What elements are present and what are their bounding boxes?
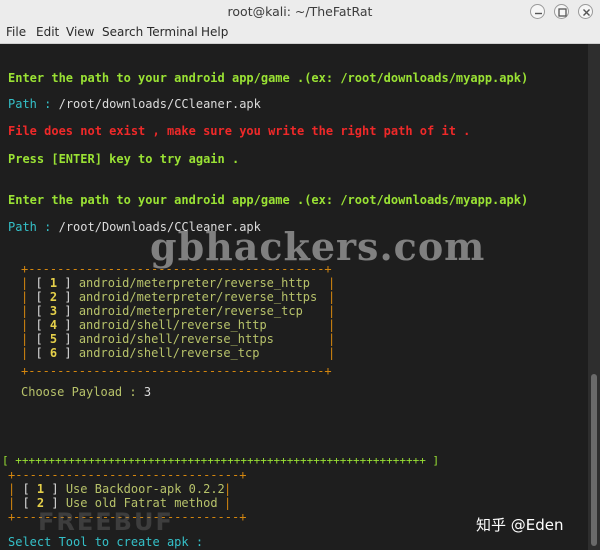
error-message: File does not exist , make sure you writ… <box>8 124 471 138</box>
separator-plus-line: [ ++++++++++++++++++++++++++++++++++++++… <box>2 454 440 467</box>
choose-payload-line: Choose Payload : 3 <box>21 385 151 399</box>
path-value-1: /root/downloads/CCleaner.apk <box>58 97 261 111</box>
menu-edit[interactable]: Edit <box>36 25 59 39</box>
choose-payload-value: 3 <box>143 385 152 399</box>
tool-menu-border-top: +-------------------------------+ <box>8 468 247 482</box>
close-button[interactable] <box>578 4 593 19</box>
menu-file[interactable]: File <box>6 25 26 39</box>
press-enter-message: Press [ENTER] key to try again . <box>8 152 240 166</box>
terminal-output[interactable]: Enter the path to your android app/game … <box>0 44 588 550</box>
payload-label: android/meterpreter/reverse_https <box>78 290 318 304</box>
minimize-icon <box>535 12 542 15</box>
path-label: Path <box>8 220 37 234</box>
payload-label: android/shell/reverse_http <box>78 318 267 332</box>
watermark-freebuf: FREEBUF <box>38 508 174 536</box>
menu-search[interactable]: Search <box>102 25 143 39</box>
path-prompt-1: Enter the path to your android app/game … <box>8 71 529 85</box>
tool-item: | [ 1 ] Use Backdoor-apk 0.2.2 <box>8 482 225 496</box>
scrollbar-thumb[interactable] <box>591 374 597 546</box>
path-line-1: Path : /root/downloads/CCleaner.apk <box>8 97 261 111</box>
payload-label: android/meterpreter/reverse_tcp <box>78 304 303 318</box>
maximize-icon <box>558 8 567 17</box>
terminal-window: root@kali: ~/TheFatRat File Edit View Se… <box>0 0 600 550</box>
tool-label: Use Backdoor-apk 0.2.2 <box>65 482 225 496</box>
payload-menu-border-right: | | | | | | <box>328 276 336 360</box>
payload-label: android/meterpreter/reverse_http <box>78 276 311 290</box>
window-title: root@kali: ~/TheFatRat <box>227 4 373 19</box>
menu-help[interactable]: Help <box>201 25 228 39</box>
path-label: Path <box>8 97 37 111</box>
payload-label: android/shell/reverse_tcp <box>78 346 260 360</box>
watermark-zhihu: 知乎 @Eden <box>476 516 564 534</box>
path-separator: : <box>36 97 59 111</box>
payload-item: | [ 3 ] android/meterpreter/reverse_tcp <box>21 304 303 318</box>
payload-item: | [ 6 ] android/shell/reverse_tcp <box>21 346 260 360</box>
path-prompt-2: Enter the path to your android app/game … <box>8 193 529 207</box>
payload-item: | [ 1 ] android/meterpreter/reverse_http <box>21 276 311 290</box>
minimize-button[interactable] <box>530 4 545 19</box>
select-tool-prompt: Select Tool to create apk : <box>8 535 211 549</box>
menu-bar: File Edit View Search Terminal Help <box>0 24 600 44</box>
payload-item: | [ 4 ] android/shell/reverse_http <box>21 318 267 332</box>
payload-menu-border-bottom-line: +---------------------------------------… <box>21 364 332 378</box>
payload-item: | [ 5 ] android/shell/reverse_https <box>21 332 274 346</box>
menu-terminal[interactable]: Terminal <box>147 25 198 39</box>
payload-item: | [ 2 ] android/meterpreter/reverse_http… <box>21 290 318 304</box>
payload-label: android/shell/reverse_https <box>78 332 274 346</box>
close-icon <box>583 9 590 16</box>
choose-payload-label: Choose Payload : <box>21 385 144 399</box>
tool-menu-border-right: | | <box>224 482 232 510</box>
maximize-button[interactable] <box>554 4 569 19</box>
title-bar[interactable]: root@kali: ~/TheFatRat <box>0 0 600 24</box>
scrollbar[interactable] <box>588 44 600 550</box>
path-separator: : <box>36 220 59 234</box>
watermark-gbhackers: gbhackers.com <box>150 224 486 269</box>
menu-view[interactable]: View <box>66 25 94 39</box>
